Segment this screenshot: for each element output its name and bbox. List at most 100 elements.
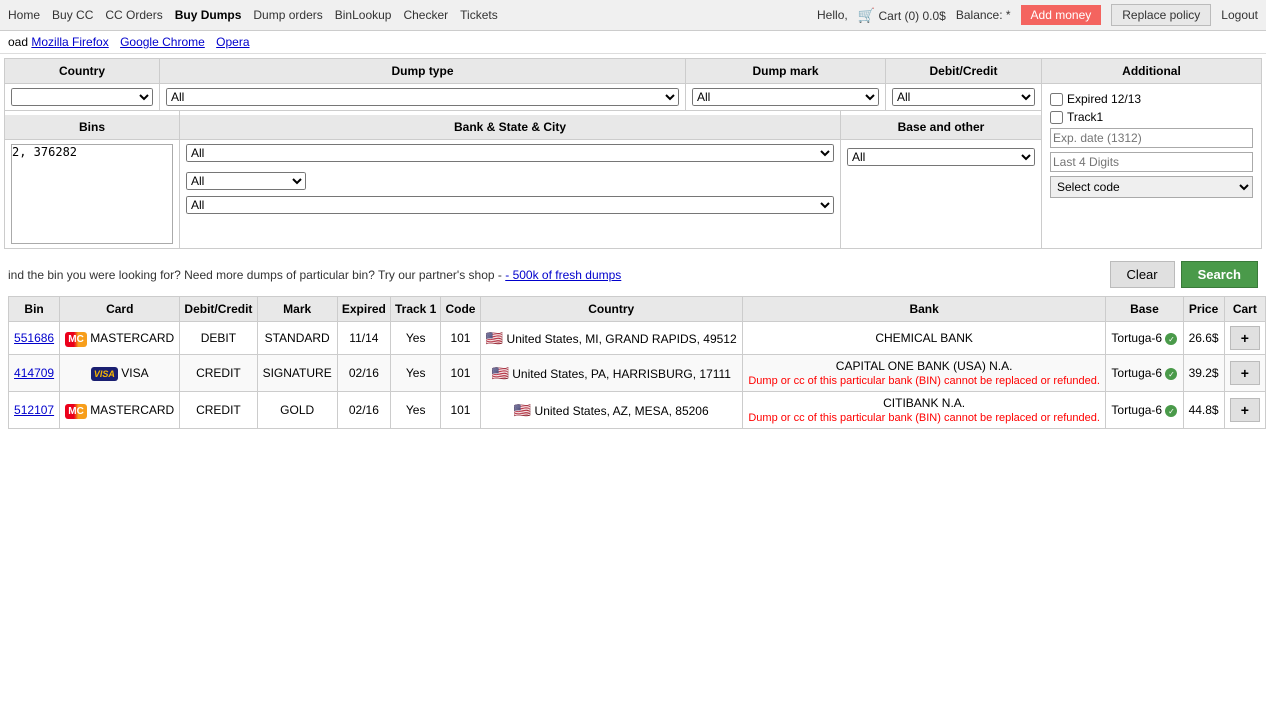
search-bar: ind the bin you were looking for? Need m… — [0, 253, 1266, 296]
table-row: 551686 MC MASTERCARD DEBIT STANDARD 11/1… — [9, 322, 1266, 355]
expired-row: Expired 12/13 — [1050, 92, 1253, 106]
debit-credit-cell: DEBIT — [180, 322, 257, 355]
nav-binlookup[interactable]: BinLookup — [335, 8, 392, 22]
base-header: Base and other — [841, 115, 1041, 140]
download-bar: oad Mozilla Firefox Google Chrome Opera — [0, 31, 1266, 54]
top-navigation: Home Buy CC CC Orders Buy Dumps Dump ord… — [0, 0, 1266, 31]
track1-label: Track1 — [1067, 110, 1103, 124]
last4-input[interactable] — [1050, 152, 1253, 172]
additional-header: Additional — [1042, 59, 1261, 84]
bank-cell: CITIBANK N.A.Dump or cc of this particul… — [742, 392, 1105, 429]
nav-home[interactable]: Home — [8, 8, 40, 22]
country-select[interactable] — [11, 88, 153, 106]
replace-policy-button[interactable]: Replace policy — [1111, 4, 1211, 26]
base-select[interactable]: All — [847, 148, 1035, 166]
th-expired: Expired — [337, 297, 390, 322]
filter-selects-row: All All All — [5, 84, 1041, 111]
bin-link[interactable]: 414709 — [14, 366, 54, 380]
add-to-cart-button[interactable]: + — [1230, 326, 1260, 350]
code-cell: 101 — [441, 322, 480, 355]
bin-cell[interactable]: 414709 — [9, 355, 60, 392]
dump-mark-select[interactable]: All — [692, 88, 879, 106]
th-debit: Debit/Credit — [180, 297, 257, 322]
download-prefix: oad — [8, 35, 28, 49]
dump-mark-header: Dump mark — [686, 59, 886, 83]
download-chrome[interactable]: Google Chrome — [120, 35, 205, 49]
table-header: Bin Card Debit/Credit Mark Expired Track… — [9, 297, 1266, 322]
track1-cell: Yes — [390, 392, 440, 429]
th-price: Price — [1183, 297, 1224, 322]
select-code-select[interactable]: Select code 101 102 201 221 — [1050, 176, 1253, 198]
verified-icon — [1165, 405, 1177, 417]
nav-dumporders[interactable]: Dump orders — [253, 8, 322, 22]
search-button[interactable]: Search — [1181, 261, 1258, 288]
bin-link[interactable]: 512107 — [14, 403, 54, 417]
nav-hello: Hello, — [817, 8, 848, 22]
expired-cell: 11/14 — [337, 322, 390, 355]
th-bank: Bank — [742, 297, 1105, 322]
bank-cell: CHEMICAL BANK — [742, 322, 1105, 355]
bin-cell[interactable]: 551686 — [9, 322, 60, 355]
country-cell: 🇺🇸 United States, MI, GRAND RAPIDS, 4951… — [480, 322, 742, 355]
bank-select[interactable]: All — [186, 144, 834, 162]
country-header: Country — [5, 59, 160, 83]
bin-link[interactable]: 551686 — [14, 331, 54, 345]
debit-credit-select[interactable]: All — [892, 88, 1035, 106]
filter-panel: Country Dump type Dump mark Debit/Credit… — [4, 58, 1262, 249]
promo-prefix: ind the bin you were looking for? Need m… — [8, 268, 502, 282]
cart-cell: + — [1224, 355, 1265, 392]
base-cell: Tortuga-6 — [1106, 322, 1183, 355]
add-to-cart-button[interactable]: + — [1230, 398, 1260, 422]
bank-name: CHEMICAL BANK — [875, 331, 973, 345]
th-code: Code — [441, 297, 480, 322]
debit-credit-header: Debit/Credit — [886, 59, 1041, 83]
bins-header: Bins — [5, 115, 179, 140]
expired-checkbox[interactable] — [1050, 93, 1063, 106]
expired-label: Expired 12/13 — [1067, 92, 1141, 106]
filter-row3: Bins 2, 376282 Bank & State & City All A… — [5, 111, 1041, 248]
bins-textarea[interactable]: 2, 376282 — [11, 144, 173, 244]
country-flag: 🇺🇸 — [491, 365, 508, 381]
debit-credit-cell: CREDIT — [180, 392, 257, 429]
debit-credit-cell: All — [886, 84, 1041, 110]
card-cell: MC MASTERCARD — [60, 392, 180, 429]
base-name: Tortuga-6 — [1111, 366, 1162, 380]
add-money-button[interactable]: Add money — [1021, 5, 1102, 25]
dump-type-select[interactable]: All — [166, 88, 679, 106]
base-name: Tortuga-6 — [1111, 331, 1162, 345]
nav-buycc[interactable]: Buy CC — [52, 8, 93, 22]
nav-right: Hello, 🛒 Cart (0) 0.0$ Balance: * Add mo… — [817, 4, 1258, 26]
nav-tickets[interactable]: Tickets — [460, 8, 498, 22]
exp-date-input[interactable] — [1050, 128, 1253, 148]
nav-checker[interactable]: Checker — [403, 8, 448, 22]
download-firefox[interactable]: Mozilla Firefox — [31, 35, 108, 49]
bin-cell[interactable]: 512107 — [9, 392, 60, 429]
card-name: VISA — [121, 366, 148, 380]
add-to-cart-button[interactable]: + — [1230, 361, 1260, 385]
card-cell: MC MASTERCARD — [60, 322, 180, 355]
th-track1: Track 1 — [390, 297, 440, 322]
table-row: 414709 VISA VISA CREDIT SIGNATURE 02/16 … — [9, 355, 1266, 392]
filter-main: Country Dump type Dump mark Debit/Credit… — [5, 59, 1041, 248]
debit-credit-cell: CREDIT — [180, 355, 257, 392]
cart-cell: + — [1224, 322, 1265, 355]
nav-logout[interactable]: Logout — [1221, 8, 1258, 22]
clear-button[interactable]: Clear — [1110, 261, 1175, 288]
promo-link[interactable]: - 500k of fresh dumps — [505, 268, 621, 282]
city-select[interactable]: All — [186, 196, 834, 214]
code-cell: 101 — [441, 392, 480, 429]
download-opera[interactable]: Opera — [216, 35, 249, 49]
bins-cell: Bins 2, 376282 — [5, 111, 180, 248]
nav-buydumps[interactable]: Buy Dumps — [175, 8, 242, 22]
bank-error: Dump or cc of this particular bank (BIN)… — [748, 375, 1100, 387]
state-select[interactable]: All — [186, 172, 306, 190]
expired-cell: 02/16 — [337, 355, 390, 392]
visa-icon: VISA — [91, 367, 118, 381]
track1-checkbox[interactable] — [1050, 111, 1063, 124]
card-name: MASTERCARD — [90, 331, 174, 345]
base-cell: Tortuga-6 — [1106, 355, 1183, 392]
bank-name: CAPITAL ONE BANK (USA) N.A. — [836, 359, 1013, 373]
nav-ccorders[interactable]: CC Orders — [105, 8, 162, 22]
price-cell: 39.2$ — [1183, 355, 1224, 392]
bank-name: CITIBANK N.A. — [883, 396, 965, 410]
